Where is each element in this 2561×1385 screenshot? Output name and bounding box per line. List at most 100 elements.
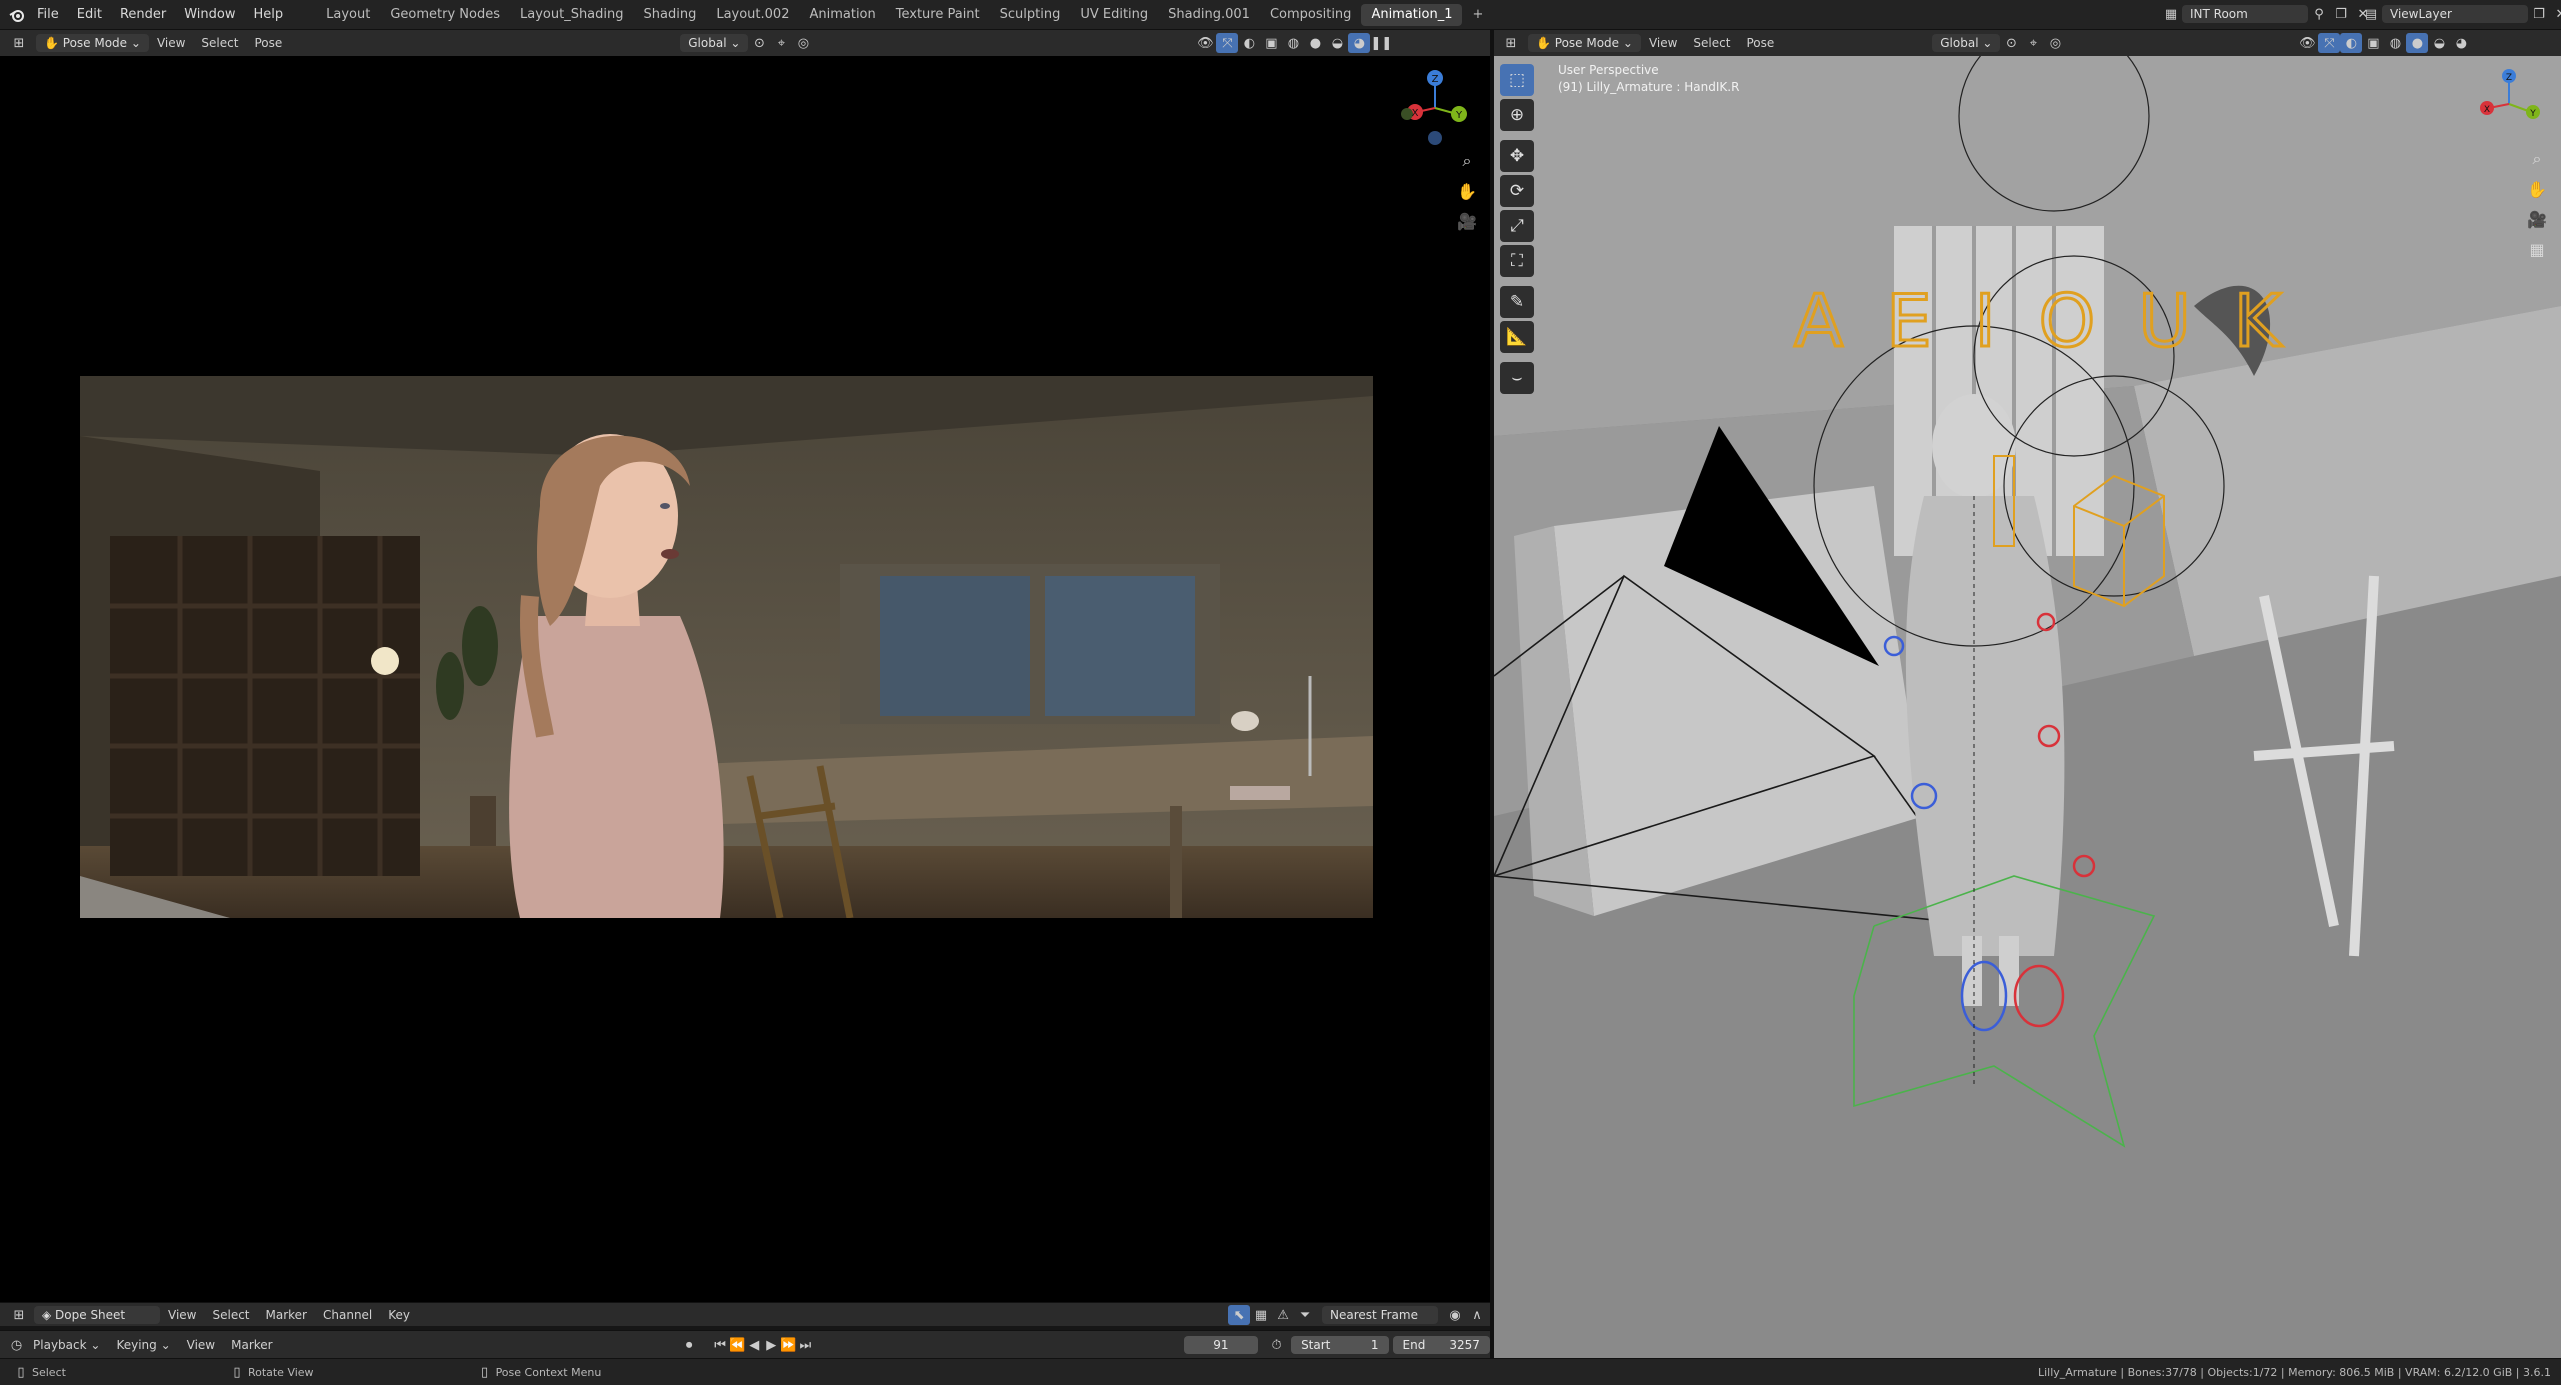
show-errors-icon[interactable]: ⚠ xyxy=(1272,1305,1294,1325)
current-frame-field[interactable]: 91 xyxy=(1183,1336,1259,1354)
scale-tool-icon[interactable]: ⤢ xyxy=(1500,210,1534,242)
menu-marker[interactable]: Marker xyxy=(258,1308,315,1322)
stopwatch-icon[interactable]: ⏱ xyxy=(1268,1335,1285,1355)
navigation-gizmo[interactable]: Z Y X xyxy=(2469,64,2549,144)
tab-layout-shading[interactable]: Layout_Shading xyxy=(510,4,634,26)
new-viewlayer-icon[interactable]: ❐ xyxy=(2528,4,2550,24)
menu-marker[interactable]: Marker xyxy=(223,1338,280,1352)
scene-selector[interactable]: ▦ INT Room ⚲ ❐ ✕ xyxy=(2160,4,2374,24)
menu-render[interactable]: Render xyxy=(111,7,175,22)
menu-help[interactable]: Help xyxy=(245,7,293,22)
pan-hand-icon[interactable]: ✋ xyxy=(1452,176,1482,206)
add-workspace-button[interactable]: + xyxy=(1462,4,1493,26)
solid-viewport[interactable]: A E I O U K User Perspective (91) Lilly_… xyxy=(1494,56,2561,1358)
falloff-icon[interactable]: ∧ xyxy=(1466,1305,1488,1325)
play-icon[interactable]: ▶ xyxy=(763,1335,780,1355)
jump-end-icon[interactable]: ⏭ xyxy=(797,1335,814,1355)
menu-view[interactable]: View xyxy=(179,1338,223,1352)
gizmo-icon[interactable]: ⤧ xyxy=(1216,33,1239,53)
pin-icon[interactable]: ⚲ xyxy=(2308,4,2330,24)
viewlayer-selector[interactable]: ▤ ViewLayer ❐ ✕ xyxy=(2360,4,2561,24)
menu-select[interactable]: Select xyxy=(1685,36,1738,50)
gizmo-neg-z[interactable] xyxy=(1428,131,1442,145)
transform-tool-icon[interactable]: ⛶ xyxy=(1500,245,1534,277)
tab-animation[interactable]: Animation xyxy=(799,4,885,26)
move-tool-icon[interactable]: ✥ xyxy=(1500,140,1534,172)
orientation-dropdown[interactable]: Global ⌄ xyxy=(1932,34,2001,52)
overlay-icon[interactable]: ◐ xyxy=(1238,33,1260,53)
only-selected-icon[interactable]: ⬉ xyxy=(1228,1305,1251,1325)
menu-file[interactable]: File xyxy=(28,7,68,22)
editor-type-icon[interactable]: ⊞ xyxy=(8,33,30,53)
filter-icon[interactable]: ⏷ xyxy=(1294,1305,1316,1325)
menu-pose[interactable]: Pose xyxy=(246,36,290,50)
play-reverse-icon[interactable]: ◀ xyxy=(746,1335,763,1355)
auto-key-record-icon[interactable]: ⏺ xyxy=(681,1335,698,1355)
zoom-icon[interactable]: ⌕ xyxy=(2522,144,2552,174)
mode-dropdown[interactable]: ✋ Pose Mode ⌄ xyxy=(1528,34,1641,52)
gizmo-icon[interactable]: ⤧ xyxy=(2318,33,2341,53)
menu-playback[interactable]: Playback ⌄ xyxy=(25,1338,108,1352)
ortho-grid-icon[interactable]: ▦ xyxy=(2522,234,2552,264)
camera-view-icon[interactable]: 🎥 xyxy=(2522,204,2552,234)
wireframe-shading-icon[interactable]: ◍ xyxy=(1282,33,1304,53)
xray-icon[interactable]: ▣ xyxy=(1260,33,1282,53)
menu-select[interactable]: Select xyxy=(193,36,246,50)
jump-start-icon[interactable]: ⏮ xyxy=(712,1335,729,1355)
solid-shading-icon[interactable]: ● xyxy=(2406,33,2429,53)
prev-keyframe-icon[interactable]: ⏪ xyxy=(729,1335,746,1355)
visibility-icon[interactable]: 👁 xyxy=(2296,33,2318,53)
menu-view[interactable]: View xyxy=(160,1308,204,1322)
tab-geometry-nodes[interactable]: Geometry Nodes xyxy=(380,4,510,26)
scene-name-field[interactable]: INT Room xyxy=(2182,5,2308,23)
close-icon[interactable]: ✕ xyxy=(2550,4,2561,24)
wireframe-shading-icon[interactable]: ◍ xyxy=(2384,33,2406,53)
timeline-editor-icon[interactable]: ◷ xyxy=(8,1335,25,1355)
end-frame-field[interactable]: End 3257 xyxy=(1392,1336,1490,1354)
visibility-icon[interactable]: 👁 xyxy=(1194,33,1216,53)
annotate-tool-icon[interactable]: ✎ xyxy=(1500,286,1534,318)
tab-shading[interactable]: Shading xyxy=(634,4,707,26)
show-hidden-icon[interactable]: ▦ xyxy=(1250,1305,1272,1325)
solid-shading-icon[interactable]: ● xyxy=(1304,33,1326,53)
tab-layout-002[interactable]: Layout.002 xyxy=(706,4,799,26)
proportional-edit-icon[interactable]: ◉ xyxy=(1444,1305,1466,1325)
viewlayer-name-field[interactable]: ViewLayer xyxy=(2382,5,2528,23)
editor-type-icon[interactable]: ⊞ xyxy=(8,1305,30,1325)
tab-animation-1[interactable]: Animation_1 xyxy=(1361,3,1463,26)
mode-dropdown[interactable]: ✋ Pose Mode ⌄ xyxy=(36,34,149,52)
camera-view-icon[interactable]: 🎥 xyxy=(1452,206,1482,236)
tab-compositing[interactable]: Compositing xyxy=(1260,4,1362,26)
proportional-icon[interactable]: ◎ xyxy=(792,33,814,53)
editor-type-icon[interactable]: ⊞ xyxy=(1500,33,1522,53)
tab-texture-paint[interactable]: Texture Paint xyxy=(886,4,990,26)
measure-tool-icon[interactable]: 📐 xyxy=(1500,321,1534,353)
snap-icon[interactable]: ⌖ xyxy=(770,33,792,53)
menu-keying[interactable]: Keying ⌄ xyxy=(108,1338,178,1352)
menu-key[interactable]: Key xyxy=(380,1308,418,1322)
select-box-tool-icon[interactable]: ⬚ xyxy=(1500,64,1534,96)
tab-shading-001[interactable]: Shading.001 xyxy=(1158,4,1260,26)
tab-sculpting[interactable]: Sculpting xyxy=(990,4,1071,26)
menu-view[interactable]: View xyxy=(149,36,193,50)
pause-render-icon[interactable]: ❚❚ xyxy=(1370,33,1393,53)
blender-logo-icon[interactable] xyxy=(6,5,28,25)
tab-uv-editing[interactable]: UV Editing xyxy=(1070,4,1158,26)
snap-icon[interactable]: ⌖ xyxy=(2022,33,2044,53)
rendered-shading-icon[interactable]: ◕ xyxy=(2450,33,2472,53)
overlay-icon[interactable]: ◐ xyxy=(2340,33,2363,53)
menu-channel[interactable]: Channel xyxy=(315,1308,380,1322)
dopesheet-mode-dropdown[interactable]: ◈ Dope Sheet xyxy=(34,1306,160,1324)
menu-window[interactable]: Window xyxy=(175,7,244,22)
tab-layout[interactable]: Layout xyxy=(316,4,380,26)
pivot-icon[interactable]: ⊙ xyxy=(2000,33,2022,53)
pose-tool-icon[interactable]: ⌣ xyxy=(1500,362,1534,394)
camera-viewport[interactable]: Z Y X ⌕ ✋ 🎥 xyxy=(0,56,1490,1302)
pivot-icon[interactable]: ⊙ xyxy=(748,33,770,53)
cursor-tool-icon[interactable]: ⊕ xyxy=(1500,99,1534,131)
start-frame-field[interactable]: Start 1 xyxy=(1291,1336,1389,1354)
material-shading-icon[interactable]: ◒ xyxy=(1326,33,1348,53)
rendered-shading-icon[interactable]: ◕ xyxy=(1348,33,1371,53)
xray-icon[interactable]: ▣ xyxy=(2362,33,2384,53)
zoom-icon[interactable]: ⌕ xyxy=(1452,146,1482,176)
